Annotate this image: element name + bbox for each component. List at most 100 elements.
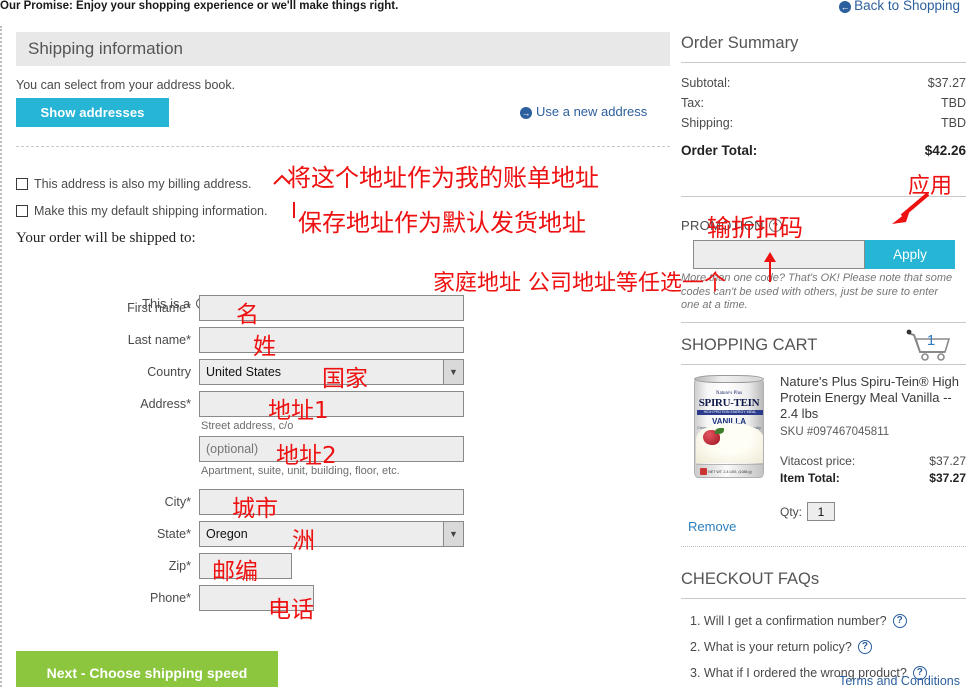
circle-right-arrow-icon: → (520, 106, 532, 119)
state-selected-value: Oregon (206, 527, 248, 541)
billing-address-checkbox-row[interactable]: This address is also my billing address. (16, 177, 251, 191)
item-total-value: $37.27 (929, 471, 966, 485)
city-label: City* (164, 495, 191, 509)
qty-input[interactable] (807, 502, 836, 521)
field-row-city: City* (2, 489, 464, 515)
address-line1-hint: Street address, c/o (201, 420, 294, 432)
show-addresses-button[interactable]: Show addresses (16, 98, 169, 127)
product-image-net-weight: NET WT. 2.4 LBS. (1088 g) (708, 470, 752, 474)
product-image: Nature's Plus SPIRU-TEIN HIGH PROTEIN EN… (686, 374, 774, 482)
promotion-note: More than one code? That's OK! Please no… (681, 272, 953, 311)
vitacost-price-label: Vitacost price: (780, 454, 856, 468)
question-mark-icon[interactable]: ? (768, 219, 782, 232)
country-label: Country (147, 365, 191, 379)
promotion-bottom-rule (681, 322, 966, 323)
product-can-lid (694, 375, 764, 383)
product-image-title: SPIRU-TEIN (698, 397, 760, 409)
terms-and-conditions-link[interactable]: Terms and Conditions (839, 674, 960, 687)
use-new-address-link[interactable]: → Use a new address (520, 104, 647, 119)
item-total-label: Item Total: (780, 471, 840, 485)
last-name-label: Last name* (127, 333, 191, 347)
remove-item-link[interactable]: Remove (688, 519, 736, 534)
field-row-zip: Zip* (2, 553, 292, 579)
svg-text:1: 1 (927, 332, 935, 349)
order-summary-row-tax: Tax: TBD (681, 96, 966, 110)
product-can-body: Nature's Plus SPIRU-TEIN HIGH PROTEIN EN… (694, 378, 764, 478)
circle-left-arrow-icon: ← (839, 0, 852, 13)
back-to-shopping-label: Back to Shopping (854, 0, 960, 13)
promotion-code-input[interactable] (693, 240, 865, 269)
checkout-faqs-title: CHECKOUT FAQs (681, 570, 820, 588)
billing-address-checkbox[interactable] (16, 178, 28, 190)
field-row-first-name: First name* (2, 295, 464, 321)
product-image-strip: HIGH PROTEIN ENERGY MEAL (697, 410, 763, 415)
order-summary-row-total: Order Total: $42.26 (681, 143, 966, 158)
divider (16, 146, 670, 147)
shipping-cost-label: Shipping: (681, 116, 734, 130)
cart-item-total-row: Item Total: $37.27 (780, 471, 966, 485)
state-label: State* (156, 527, 191, 541)
faq-item-2[interactable]: 2. What is your return policy? ? (690, 640, 872, 654)
cart-item-price-row: Vitacost price: $37.27 (780, 454, 966, 468)
cart-item-name[interactable]: Nature's Plus Spiru-Tein® High Protein E… (780, 374, 966, 422)
order-sidebar: Order Summary Subtotal: $37.27 Tax: TBD … (668, 26, 966, 687)
shopping-cart-icon: 1 (905, 328, 955, 362)
shipping-panel: Shipping information You can select from… (0, 26, 670, 687)
order-total-label: Order Total: (681, 143, 758, 158)
default-shipping-checkbox-row[interactable]: Make this my default shipping informatio… (16, 204, 267, 218)
tax-label: Tax: (681, 96, 704, 110)
question-mark-icon[interactable]: ? (892, 614, 907, 628)
order-summary-rule (681, 62, 966, 63)
vitacost-price-value: $37.27 (929, 454, 966, 468)
chevron-down-icon: ▼ (443, 360, 463, 384)
field-row-country: Country United States ▼ (2, 359, 464, 385)
back-to-shopping-link[interactable]: ← Back to Shopping (839, 0, 960, 13)
cart-bottom-rule (681, 546, 966, 547)
faq-item-2-label: 2. What is your return policy? (690, 640, 852, 654)
order-summary-row-shipping: Shipping: TBD (681, 116, 966, 130)
qty-label: Qty: (780, 504, 803, 519)
field-row-phone: Phone* (2, 585, 314, 611)
city-input[interactable] (199, 489, 464, 515)
product-image-brand: Nature's Plus (715, 391, 743, 396)
phone-input[interactable] (199, 585, 314, 611)
subtotal-label: Subtotal: (681, 76, 731, 90)
zip-input[interactable] (199, 553, 292, 579)
cart-item-qty-row: Qty: (780, 502, 836, 521)
order-summary-row-subtotal: Subtotal: $37.27 (681, 76, 966, 90)
faq-item-1-label: 1. Will I get a confirmation number? (690, 614, 887, 628)
field-row-last-name: Last name* (2, 327, 464, 353)
address-label: Address* (140, 397, 191, 411)
country-selected-value: United States (206, 365, 282, 379)
checkout-page: Our Promise: Enjoy your shopping experie… (0, 0, 966, 687)
last-name-input[interactable] (199, 327, 464, 353)
address-line2-input[interactable] (199, 436, 464, 462)
field-row-address2 (2, 436, 464, 462)
apply-promotion-button[interactable]: Apply (865, 240, 955, 269)
address-line1-input[interactable] (199, 391, 464, 417)
order-summary-title: Order Summary (681, 34, 799, 52)
country-select[interactable]: United States ▼ (199, 359, 464, 385)
address-line2-hint: Apartment, suite, unit, building, floor,… (201, 465, 400, 477)
shipping-cost-value: TBD (941, 116, 966, 130)
default-shipping-label: Make this my default shipping informatio… (34, 204, 268, 218)
default-shipping-checkbox[interactable] (16, 205, 28, 217)
field-row-address: Address* (2, 391, 464, 417)
cart-item-sku: SKU #097467045811 (780, 426, 890, 438)
first-name-label: First name* (127, 301, 191, 315)
shipping-panel-header: Shipping information (16, 32, 670, 66)
question-mark-icon[interactable]: ? (857, 640, 872, 654)
phone-label: Phone* (149, 591, 191, 605)
address-book-note: You can select from your address book. (16, 78, 236, 92)
promise-banner: Our Promise: Enjoy your shopping experie… (0, 0, 399, 12)
first-name-input[interactable] (199, 295, 464, 321)
shipping-panel-title: Shipping information (28, 39, 183, 58)
shopping-cart-rule (681, 364, 966, 365)
zip-label: Zip* (168, 559, 191, 573)
chevron-down-icon: ▼ (443, 522, 463, 546)
shipped-to-heading: Your order will be shipped to: (16, 230, 196, 246)
state-select[interactable]: Oregon ▼ (199, 521, 464, 547)
use-new-address-label: Use a new address (536, 104, 648, 119)
next-choose-shipping-speed-button[interactable]: Next - Choose shipping speed (16, 651, 278, 687)
faq-item-1[interactable]: 1. Will I get a confirmation number? ? (690, 614, 907, 628)
